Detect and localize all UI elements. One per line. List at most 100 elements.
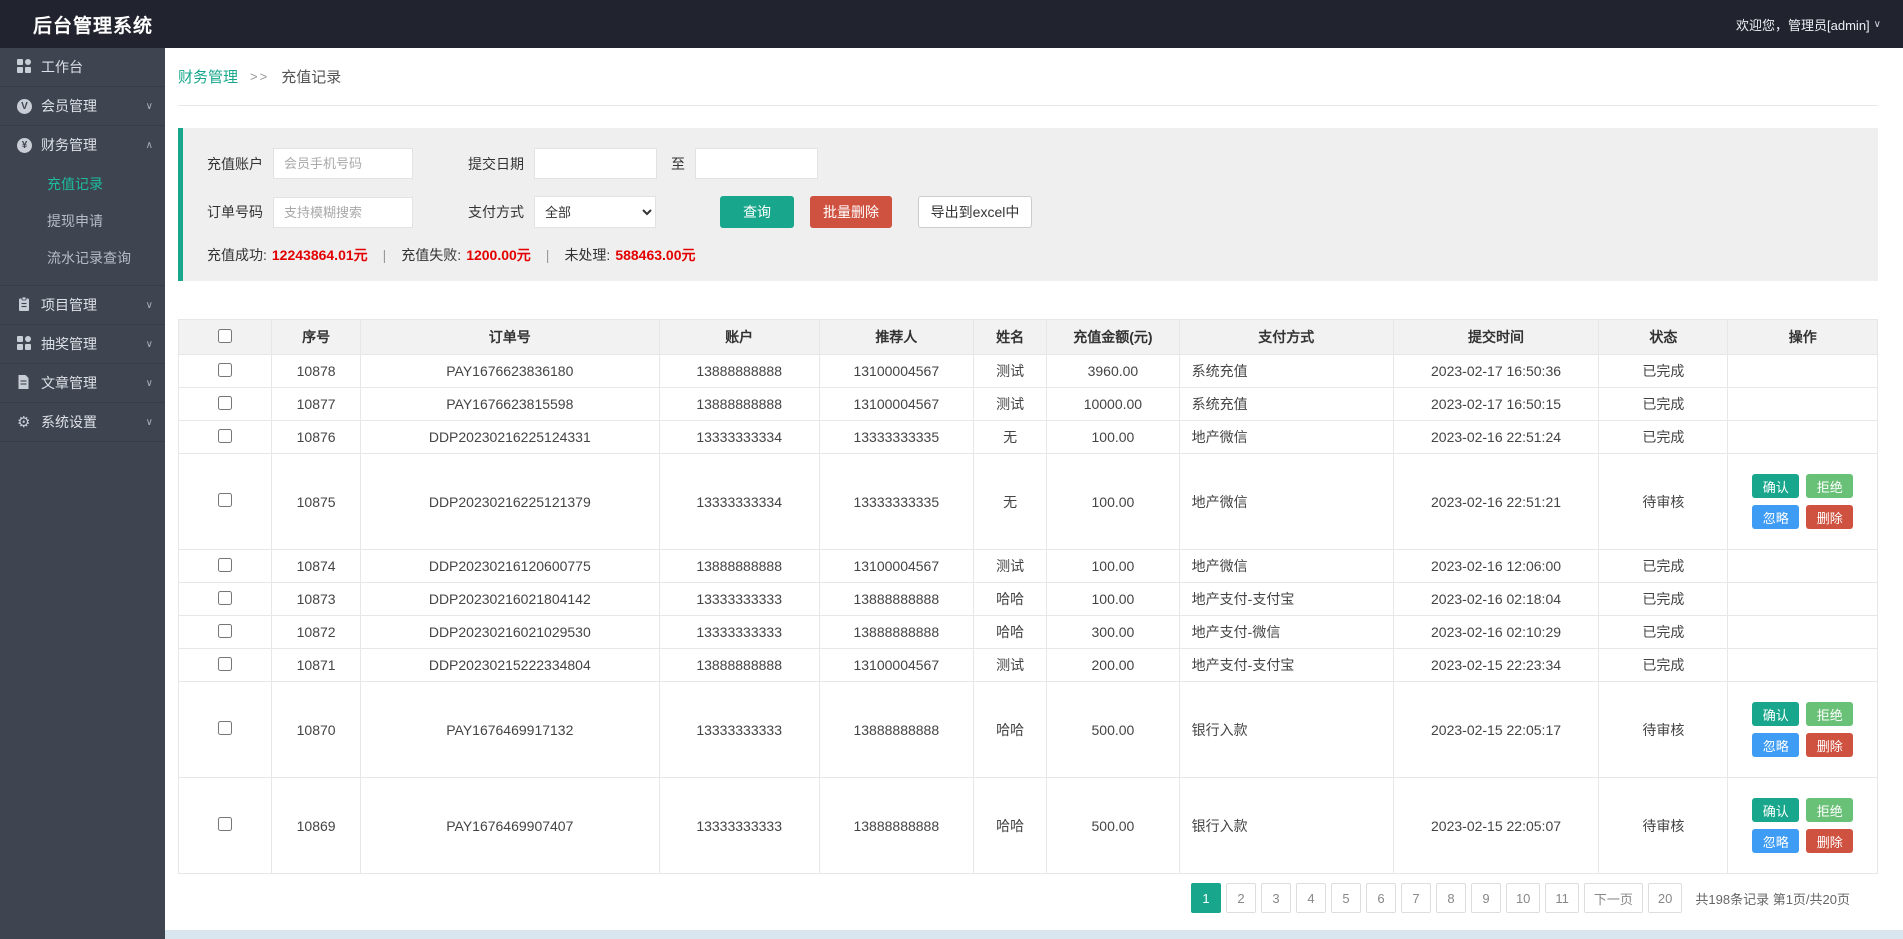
row-checkbox[interactable] (218, 590, 233, 605)
search-button[interactable]: 查询 (720, 196, 794, 228)
date-to-input[interactable] (695, 148, 818, 179)
sidebar-item-settings[interactable]: ⚙ 系统设置 ∨ (0, 403, 165, 441)
row-checkbox[interactable] (218, 395, 233, 410)
reject-button[interactable]: 拒绝 (1806, 702, 1854, 726)
sidebar-item-label: 工作台 (41, 59, 83, 75)
cell-status: 已完成 (1598, 420, 1729, 454)
stat-fail-value: 1200.00元 (466, 247, 531, 263)
table-row: 10876 DDP20230216225124331 13333333334 1333… (177, 420, 1878, 454)
cell-amount: 100.00 (1046, 453, 1180, 550)
table-row: 10874 DDP20230216120600775 13888888888 1310… (177, 549, 1878, 583)
cell-pay-method: 银行入款 (1178, 681, 1394, 778)
confirm-button[interactable]: 确认 (1752, 702, 1800, 726)
row-checkbox[interactable] (218, 623, 233, 638)
sidebar-item-workbench[interactable]: 工作台 (0, 48, 165, 86)
sidebar-section-settings: ⚙ 系统设置 ∨ (0, 403, 165, 442)
cell-pay-method: 系统充值 (1178, 387, 1394, 421)
ignore-button[interactable]: 忽略 (1752, 829, 1800, 853)
page-button-1[interactable]: 1 (1190, 883, 1221, 913)
sidebar-subitem-recharge-records[interactable]: 充值记录 (0, 166, 165, 203)
export-excel-button[interactable]: 导出到excel中 (918, 196, 1032, 228)
page-button-5[interactable]: 5 (1330, 883, 1361, 913)
row-checkbox[interactable] (218, 656, 233, 671)
recharge-account-input[interactable] (273, 148, 413, 179)
cell-amount: 100.00 (1046, 582, 1180, 616)
row-checkbox[interactable] (218, 557, 233, 572)
cell-serial: 10878 (271, 354, 361, 388)
sidebar-section-members: V 会员管理 ∨ (0, 87, 165, 126)
cell-pay-method: 地产支付-微信 (1178, 615, 1394, 649)
user-menu[interactable]: 欢迎您，管理员[admin] ∨ (1736, 15, 1881, 34)
reject-button[interactable]: 拒绝 (1806, 798, 1854, 822)
sidebar-item-articles[interactable]: 文章管理 ∨ (0, 364, 165, 402)
stat-pending-label: 未处理: (564, 247, 611, 263)
chevron-down-icon: ∨ (145, 377, 153, 389)
cell-order-no: DDP20230216021029530 (359, 615, 660, 649)
cell-serial: 10877 (271, 387, 361, 421)
row-checkbox[interactable] (218, 721, 233, 735)
row-checkbox[interactable] (218, 428, 233, 443)
date-from-input[interactable] (534, 148, 657, 179)
sidebar-section-finance: ¥ 财务管理 ∧ 充值记录 提现申请 流水记录查询 (0, 126, 165, 286)
confirm-button[interactable]: 确认 (1752, 798, 1800, 822)
reject-button[interactable]: 拒绝 (1806, 474, 1854, 498)
page-button-9[interactable]: 9 (1470, 883, 1501, 913)
ignore-button[interactable]: 忽略 (1752, 733, 1800, 757)
page-button-11[interactable]: 11 (1545, 883, 1579, 913)
next-page-button[interactable]: 下一页 (1583, 883, 1643, 913)
chevron-up-icon: ∧ (145, 139, 153, 151)
horizontal-scrollbar[interactable] (165, 930, 1903, 939)
row-checkbox[interactable] (218, 817, 233, 831)
records-table: 序号 订单号 账户 推荐人 姓名 充值金额(元) 支付方式 提交时间 状态 操作 10878 PAY… (177, 319, 1878, 874)
page-button-8[interactable]: 8 (1435, 883, 1466, 913)
order-no-input[interactable] (273, 196, 413, 228)
cell-amount: 100.00 (1046, 549, 1180, 583)
table-header-row: 序号 订单号 账户 推荐人 姓名 充值金额(元) 支付方式 提交时间 状态 操作 (177, 319, 1878, 355)
table-row: 10873 DDP20230216021804142 13333333333 1388… (177, 582, 1878, 616)
cell-pay-method: 银行入款 (1178, 777, 1394, 874)
cell-account: 13333333333 (658, 615, 820, 649)
page-button-20[interactable]: 20 (1647, 883, 1683, 913)
sidebar-item-finance[interactable]: ¥ 财务管理 ∧ (0, 126, 165, 164)
sidebar-item-projects[interactable]: 项目管理 ∨ (0, 286, 165, 324)
table-row: 10872 DDP20230216021029530 13333333333 1388… (177, 615, 1878, 649)
page-button-10[interactable]: 10 (1505, 883, 1541, 913)
column-header: 姓名 (973, 319, 1048, 355)
page-button-3[interactable]: 3 (1260, 883, 1291, 913)
chevron-down-icon: ∨ (145, 416, 153, 428)
stat-success-label: 充值成功: (207, 247, 267, 263)
sidebar-item-members[interactable]: V 会员管理 ∨ (0, 87, 165, 125)
pagination-summary: 共198条记录 第1页/共20页 (1695, 891, 1850, 907)
cell-name: 哈哈 (973, 777, 1048, 874)
batch-delete-button[interactable]: 批量删除 (810, 196, 892, 228)
sidebar-item-lottery[interactable]: 抽奖管理 ∨ (0, 325, 165, 363)
page-button-7[interactable]: 7 (1400, 883, 1431, 913)
sidebar-subitem-flow-records[interactable]: 流水记录查询 (0, 240, 165, 277)
sidebar-subitem-withdraw-requests[interactable]: 提现申请 (0, 203, 165, 240)
cell-amount: 3960.00 (1046, 354, 1180, 388)
cell-name: 无 (973, 420, 1048, 454)
ignore-button[interactable]: 忽略 (1752, 505, 1800, 529)
row-checkbox[interactable] (218, 493, 233, 507)
cell-order-no: DDP20230216225124331 (359, 420, 660, 454)
cell-account: 13333333334 (658, 453, 820, 550)
breadcrumb-parent[interactable]: 财务管理 (178, 66, 238, 87)
delete-button[interactable]: 删除 (1806, 829, 1854, 853)
cell-serial: 10875 (271, 453, 361, 550)
document-icon (17, 374, 41, 392)
chevron-down-icon: ∨ (145, 100, 153, 112)
cell-pay-method: 地产微信 (1178, 453, 1394, 550)
select-all-checkbox[interactable] (218, 328, 233, 343)
delete-button[interactable]: 删除 (1806, 505, 1854, 529)
page-button-6[interactable]: 6 (1365, 883, 1396, 913)
confirm-button[interactable]: 确认 (1752, 474, 1800, 498)
delete-button[interactable]: 删除 (1806, 733, 1854, 757)
row-checkbox[interactable] (218, 362, 233, 377)
pay-method-select[interactable]: 全部 (534, 196, 656, 228)
page-button-2[interactable]: 2 (1225, 883, 1256, 913)
page-button-4[interactable]: 4 (1295, 883, 1326, 913)
cell-name: 测试 (973, 648, 1048, 682)
stat-success-value: 12243864.01元 (271, 247, 368, 263)
filter-panel: 充值账户 提交日期 至 订单号码 支付方式 (178, 128, 1878, 281)
cell-order-no: DDP20230215222334804 (359, 648, 660, 682)
